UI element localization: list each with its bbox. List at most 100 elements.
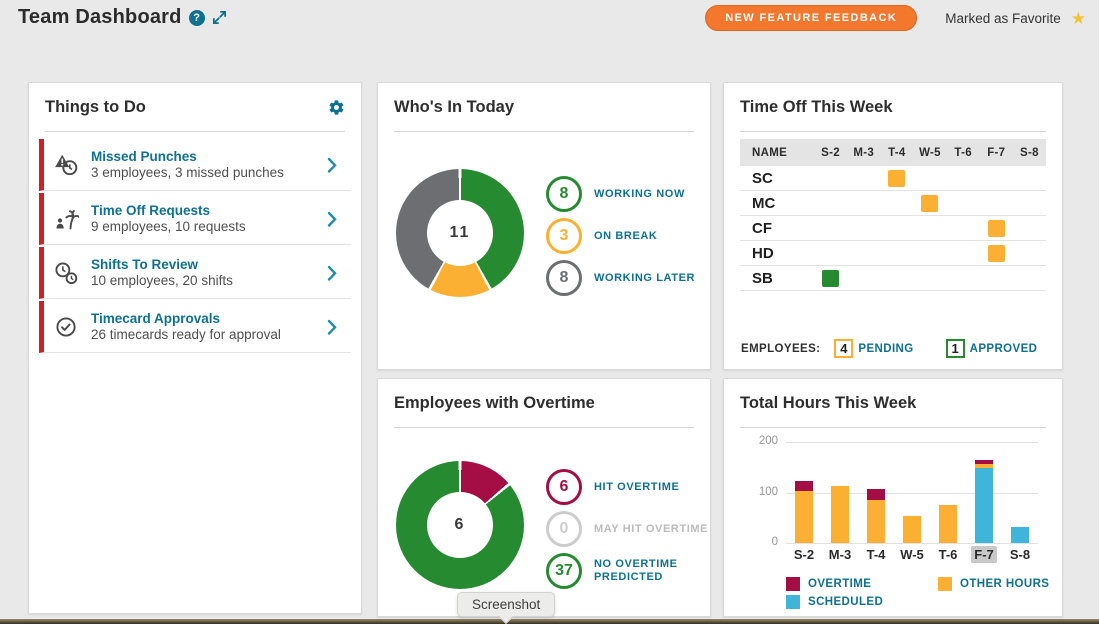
bar-M-3 — [831, 486, 849, 543]
column-header: T-4 — [880, 147, 913, 159]
time-off-legend: EMPLOYEES: 4 PENDING 1 APPROVED — [741, 339, 1069, 358]
legend-no-overtime-predicted: 37 NO OVERTIME PREDICTED — [546, 553, 710, 589]
whos-in-donut-chart: 11 — [396, 169, 524, 297]
x-category-label: M-3 — [822, 547, 858, 562]
total-hours-title: Total Hours This Week — [740, 394, 916, 413]
bar-segment — [795, 481, 813, 491]
approved-label: APPROVED — [970, 343, 1038, 355]
help-icon[interactable]: ? — [189, 10, 205, 26]
bar-F-7 — [975, 460, 993, 543]
todo-item-text: Missed Punches 3 employees, 3 missed pun… — [91, 148, 323, 181]
total-hours-bar-chart: 0100200 — [786, 442, 1038, 543]
donut-center-value: 11 — [450, 224, 471, 242]
x-category-label: W-5 — [894, 547, 930, 562]
employee-initials: CF — [740, 220, 814, 237]
pending-time-off-mark — [988, 245, 1005, 262]
overtime-donut-chart: 6 — [396, 461, 524, 589]
x-category-label: T-4 — [858, 547, 894, 562]
day-cell — [814, 270, 847, 287]
overtime-title: Employees with Overtime — [394, 394, 595, 413]
pending-time-off-mark — [921, 195, 938, 212]
things-to-do-title: Things to Do — [45, 98, 146, 117]
legend-overtime: OVERTIME — [786, 577, 938, 591]
bar-segment — [867, 489, 885, 500]
time-off-title: Time Off This Week — [740, 98, 893, 117]
new-feature-feedback-button[interactable]: NEW FEATURE FEEDBACK — [705, 5, 917, 31]
window-bottom-edge — [0, 619, 1099, 624]
y-tick-label: 100 — [734, 486, 778, 498]
chevron-right-icon — [323, 262, 341, 284]
bar-chart-category-labels: S-2M-3T-4W-5T-6F-7S-8 — [786, 547, 1038, 562]
employee-initials: SC — [740, 170, 814, 187]
column-header: S-8 — [1013, 147, 1046, 159]
favorite-star-icon[interactable]: ★ — [1071, 10, 1086, 27]
pending-label: PENDING — [858, 343, 913, 355]
legend-scheduled: SCHEDULED — [786, 595, 938, 609]
employee-initials: SB — [740, 270, 814, 287]
time-off-this-week-card: Time Off This Week NAMES-2M-3T-4W-5T-6F-… — [723, 82, 1063, 370]
todo-item-shifts-to-review[interactable]: Shifts To Review 10 employees, 20 shifts — [39, 247, 351, 299]
day-cell — [880, 170, 913, 187]
count-badge: 8 — [546, 260, 582, 296]
x-category-label: S-2 — [786, 547, 822, 562]
shifts-to-review-icon — [53, 261, 79, 285]
x-category-label: T-6 — [930, 547, 966, 562]
team-dashboard-page: Team Dashboard ? NEW FEATURE FEEDBACK Ma… — [0, 0, 1099, 624]
timecard-approvals-icon — [53, 315, 79, 339]
things-to-do-card: Things to Do Missed Punches 3 emp — [28, 82, 362, 614]
day-cell — [980, 245, 1013, 262]
todo-item-time-off-requests[interactable]: Time Off Requests 9 employees, 10 reques… — [39, 193, 351, 245]
scheduled-swatch — [786, 595, 800, 609]
things-to-do-list: Missed Punches 3 employees, 3 missed pun… — [39, 139, 351, 355]
y-tick-label: 200 — [734, 435, 778, 447]
column-header: F-7 — [980, 147, 1013, 159]
bar-segment — [903, 516, 921, 543]
count-badge: 8 — [546, 176, 582, 212]
bar-segment — [831, 486, 849, 543]
legend-working-now: 8 WORKING NOW — [546, 176, 695, 212]
page-header: Team Dashboard ? — [18, 6, 227, 29]
column-header: NAME — [740, 147, 814, 159]
whos-in-today-card: Who's In Today 11 8 WORKING NOW 3 ON BRE… — [377, 82, 711, 370]
time-off-row: SB — [740, 266, 1046, 291]
time-off-row: MC — [740, 191, 1046, 216]
header-actions: NEW FEATURE FEEDBACK Marked as Favorite … — [705, 5, 1086, 31]
gridline — [786, 543, 1038, 544]
column-header: S-2 — [814, 147, 847, 159]
chevron-right-icon — [323, 208, 341, 230]
bar-segment — [1011, 527, 1029, 543]
missed-punches-icon — [53, 153, 79, 177]
bar-T-6 — [939, 505, 957, 543]
pending-count-badge: 4 — [834, 339, 853, 358]
x-category-label: S-8 — [1002, 547, 1038, 562]
legend-other-hours: OTHER HOURS — [938, 577, 1049, 591]
count-badge: 37 — [546, 553, 582, 589]
bar-W-5 — [903, 516, 921, 543]
whos-in-legend: 8 WORKING NOW 3 ON BREAK 8 WORKING LATER — [546, 176, 695, 296]
chevron-right-icon — [323, 316, 341, 338]
total-hours-this-week-card: Total Hours This Week 0100200 S-2M-3T-4W… — [723, 378, 1063, 617]
overtime-swatch — [786, 577, 800, 591]
day-cell — [913, 195, 946, 212]
bar-S-8 — [1011, 527, 1029, 543]
todo-item-missed-punches[interactable]: Missed Punches 3 employees, 3 missed pun… — [39, 139, 351, 191]
page-title: Team Dashboard — [18, 6, 182, 29]
legend-may-hit-overtime: 0 MAY HIT OVERTIME — [546, 511, 710, 547]
gear-icon[interactable] — [328, 99, 345, 116]
todo-item-text: Time Off Requests 9 employees, 10 reques… — [91, 202, 323, 235]
todo-item-timecard-approvals[interactable]: Timecard Approvals 26 timecards ready fo… — [39, 301, 351, 353]
time-off-requests-icon — [53, 207, 79, 231]
approved-time-off-mark — [822, 270, 839, 287]
bar-chart-legend: OVERTIME OTHER HOURS SCHEDULED — [786, 577, 1049, 609]
bar-segment — [867, 500, 885, 543]
time-off-table: NAMES-2M-3T-4W-5T-6F-7S-8SCMCCFHDSB — [740, 139, 1046, 291]
screenshot-tooltip: Screenshot — [457, 592, 555, 617]
legend-working-later: 8 WORKING LATER — [546, 260, 695, 296]
pending-time-off-mark — [888, 170, 905, 187]
bar-T-4 — [867, 489, 885, 543]
todo-item-text: Timecard Approvals 26 timecards ready fo… — [91, 310, 323, 343]
column-header: T-6 — [947, 147, 980, 159]
employees-with-overtime-card: Employees with Overtime 6 6 HIT OVERTIME… — [377, 378, 711, 617]
expand-icon[interactable] — [212, 10, 227, 25]
approved-count-badge: 1 — [946, 339, 965, 358]
